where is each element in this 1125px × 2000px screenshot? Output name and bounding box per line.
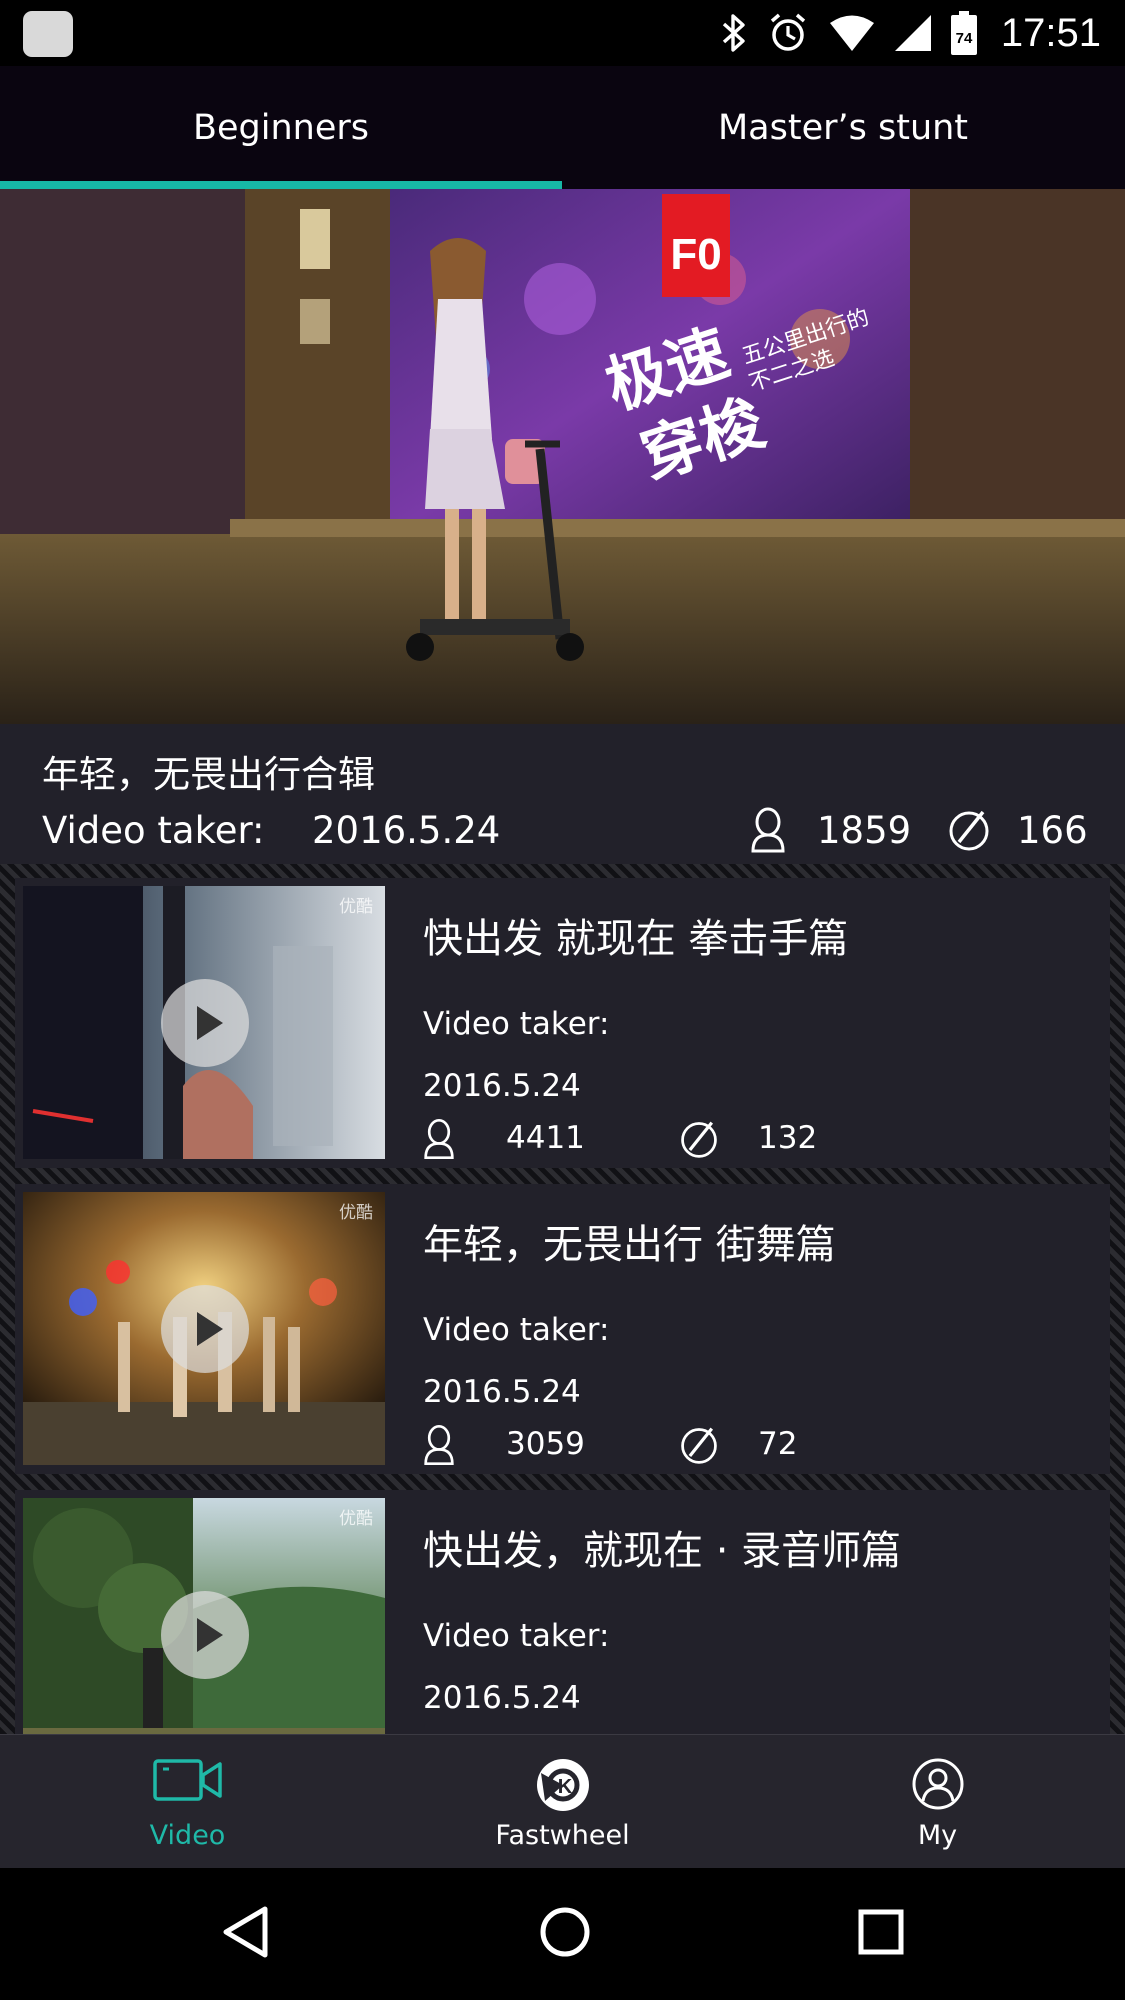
play-button[interactable]	[161, 1591, 249, 1679]
tab-masters-stunt[interactable]: Master’s stunt	[562, 66, 1124, 189]
nav-label: My	[917, 1820, 958, 1851]
nav-video[interactable]: Video	[0, 1735, 375, 1869]
recent-apps-icon[interactable]	[857, 1904, 905, 1960]
video-stats: 4411 132	[423, 1119, 1023, 1166]
play-button[interactable]	[161, 979, 249, 1067]
video-date: 2016.5.24	[423, 1374, 581, 1410]
nav-my[interactable]: My	[750, 1735, 1125, 1869]
video-title[interactable]: 年轻，无畏出行 街舞篇	[423, 1212, 836, 1270]
status-icons: 74 17:51	[721, 8, 1101, 58]
views-icon	[751, 807, 785, 853]
play-button[interactable]	[161, 1285, 249, 1373]
video-camera-icon	[152, 1759, 222, 1801]
views-count: 1859	[817, 809, 912, 852]
video-list[interactable]: 优酷 快出发 就现在 拳击手篇 Video taker: 2016.5.24 4…	[0, 864, 1125, 1734]
svg-text:F0: F0	[670, 230, 721, 279]
tab-beginners[interactable]: Beginners	[0, 66, 562, 189]
comments-count: 72	[758, 1426, 798, 1462]
watermark: 优酷	[339, 897, 373, 917]
video-card[interactable]: 优酷 快出发 就现在 拳击手篇 Video taker: 2016.5.24 4…	[15, 878, 1110, 1168]
video-taker-label: Video taker:	[423, 1618, 610, 1654]
wifi-icon	[829, 15, 874, 51]
battery-icon: 74	[950, 11, 977, 55]
system-navigation-bar	[0, 1868, 1125, 2000]
video-stats: 3059 72	[423, 1425, 1023, 1472]
bottom-navigation: Video K Fastwheel My	[0, 1734, 1125, 1869]
comments-count: 132	[758, 1120, 818, 1156]
cell-signal-icon	[894, 15, 931, 51]
status-bar: 74 17:51	[0, 0, 1125, 66]
svg-text:74: 74	[956, 30, 973, 47]
comment-icon	[681, 1121, 717, 1158]
profile-icon	[912, 1758, 963, 1810]
video-card[interactable]: 优酷 年轻，无畏出行 街舞篇 Video taker: 2016.5.24 30…	[15, 1184, 1110, 1474]
views-icon	[424, 1119, 454, 1159]
category-tabs: Beginners Master’s stunt	[0, 66, 1125, 189]
video-title[interactable]: 快出发，就现在 · 录音师篇	[423, 1518, 901, 1576]
alarm-icon	[770, 13, 806, 51]
app-notification-icon	[23, 11, 73, 57]
featured-video-info: 年轻，无畏出行合辑 Video taker: 2016.5.24 1859 16…	[0, 724, 1125, 864]
video-taker-label: Video taker:	[423, 1006, 610, 1042]
back-icon[interactable]	[220, 1904, 270, 1960]
video-card[interactable]: 优酷 快出发，就现在 · 录音师篇 Video taker: 2016.5.24	[15, 1490, 1110, 1734]
nav-label: Video	[149, 1820, 226, 1851]
svg-text:K: K	[557, 1776, 572, 1798]
video-thumbnail[interactable]: 优酷	[23, 1498, 385, 1734]
comment-icon	[681, 1427, 717, 1464]
home-icon[interactable]	[538, 1904, 592, 1960]
comment-icon	[949, 810, 989, 851]
fastwheel-logo-icon: K	[536, 1759, 589, 1811]
video-taker-label: Video taker:	[42, 809, 265, 852]
watermark: 优酷	[339, 1203, 373, 1223]
bluetooth-icon	[722, 14, 745, 52]
video-thumbnail[interactable]: 优酷	[23, 886, 385, 1159]
video-thumbnail[interactable]: 优酷	[23, 1192, 385, 1465]
views-icon	[424, 1425, 454, 1465]
nav-fastwheel[interactable]: K Fastwheel	[375, 1735, 750, 1869]
video-date: 2016.5.24	[423, 1680, 581, 1716]
views-count: 3059	[506, 1426, 585, 1462]
video-taker-label: Video taker:	[423, 1312, 610, 1348]
views-count: 4411	[506, 1120, 585, 1156]
clock: 17:51	[1000, 10, 1101, 55]
watermark: 优酷	[339, 1509, 373, 1529]
featured-video-title[interactable]: 年轻，无畏出行合辑	[42, 744, 375, 798]
video-date: 2016.5.24	[423, 1068, 581, 1104]
video-date: 2016.5.24	[312, 809, 501, 852]
video-title[interactable]: 快出发 就现在 拳击手篇	[423, 906, 848, 964]
featured-video-banner[interactable]: F0 极速 穿梭 五公里出行的 不二之选	[0, 189, 1125, 724]
banner-image: F0 极速 穿梭 五公里出行的 不二之选	[0, 189, 1125, 724]
featured-video-meta: Video taker: 2016.5.24 1859 166	[42, 807, 1088, 859]
nav-label: Fastwheel	[495, 1820, 630, 1851]
comments-count: 166	[1017, 809, 1088, 852]
tab-active-indicator	[0, 181, 562, 189]
